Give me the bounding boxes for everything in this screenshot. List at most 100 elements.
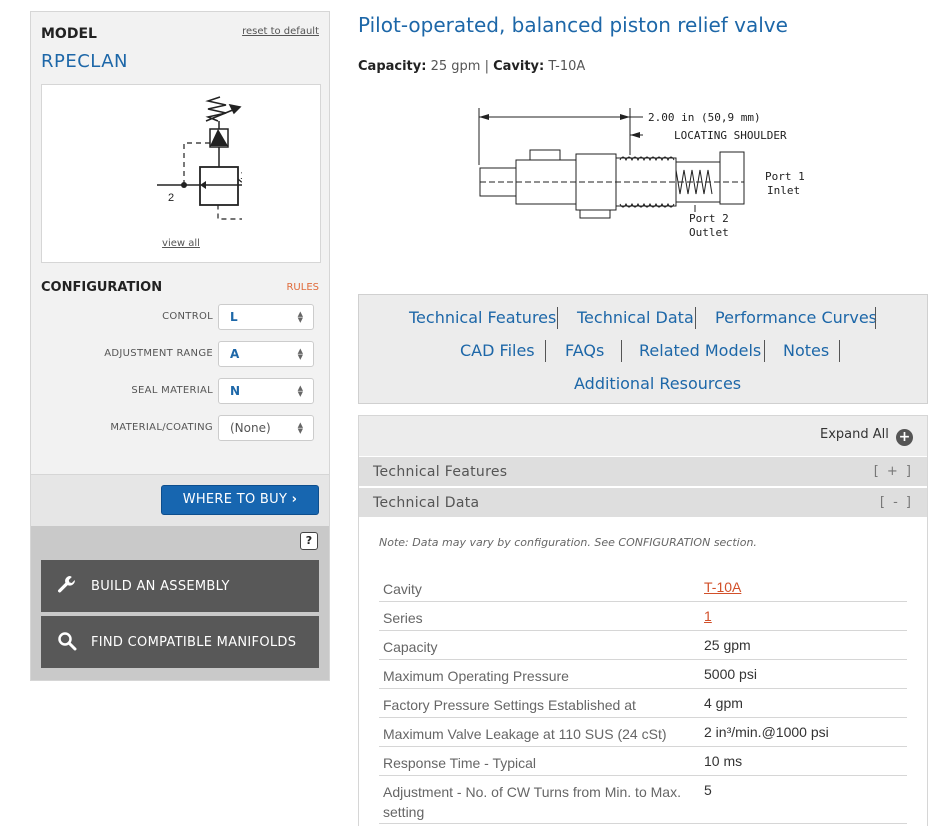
cavity-label: Cavity: <box>493 59 545 74</box>
view-all-link[interactable]: view all <box>42 238 320 249</box>
model-code: RPECLAN <box>41 51 129 72</box>
tab-divider <box>545 340 546 362</box>
table-row: Maximum Operating Pressure 5000 psi <box>379 660 907 689</box>
separator: | <box>484 59 494 74</box>
row-key: Factory Pressure Settings Established at <box>383 697 636 713</box>
row-value: 10 ms <box>704 753 743 769</box>
accordion-state: [ + ] <box>873 464 913 479</box>
select-arrows-icon: ▲ ▼ <box>297 384 303 398</box>
accordion-technical-features[interactable]: Technical Features [ + ] <box>359 456 927 486</box>
tab-divider <box>839 340 840 362</box>
row-key: Maximum Valve Leakage at 110 SUS (24 cSt… <box>383 726 667 742</box>
build-assembly-button[interactable]: BUILD AN ASSEMBLY <box>41 560 319 612</box>
find-manifolds-label: FIND COMPATIBLE MANIFOLDS <box>91 635 297 650</box>
chevron-right-icon: › <box>291 492 298 507</box>
product-title: Pilot-operated, balanced piston relief v… <box>358 13 788 37</box>
row-value: 4 gpm <box>704 695 743 711</box>
config-row-control: CONTROL L ▲ ▼ <box>31 304 331 330</box>
section-nav: Technical Features Technical Data Perfor… <box>358 294 928 404</box>
row-key: Capacity <box>383 639 438 655</box>
port1-label: Port 1 <box>765 170 805 183</box>
tab-related-models[interactable]: Related Models <box>639 341 761 360</box>
table-row: Maximum Valve Leakage at 110 SUS (24 cSt… <box>379 718 907 747</box>
select-value: A <box>230 347 240 361</box>
accordion-technical-data[interactable]: Technical Data [ - ] <box>359 487 927 517</box>
tab-faqs[interactable]: FAQs <box>565 341 604 360</box>
build-assembly-label: BUILD AN ASSEMBLY <box>91 579 230 594</box>
tab-divider <box>621 340 622 362</box>
select-arrows-icon: ▲ ▼ <box>297 347 303 361</box>
schematic-thumbnail[interactable]: 1 2 view all <box>41 84 321 263</box>
details-accordion: Expand All + Technical Features [ + ] Te… <box>358 415 928 826</box>
outlet-label: Outlet <box>689 226 729 239</box>
config-row-seal-material: SEAL MATERIAL N ▲ ▼ <box>31 378 331 404</box>
cavity-link[interactable]: T-10A <box>704 579 741 595</box>
tab-divider <box>764 340 765 362</box>
tab-technical-data[interactable]: Technical Data <box>577 308 694 327</box>
row-value: 25 gpm <box>704 637 751 653</box>
model-heading: MODEL <box>41 26 97 42</box>
inlet-label: Inlet <box>767 184 800 197</box>
tools-area: ? BUILD AN ASSEMBLY FIND COMPATIBLE MANI… <box>31 526 329 680</box>
accordion-state: [ - ] <box>879 495 913 510</box>
search-icon <box>58 632 77 651</box>
config-row-material-coating: MATERIAL/COATING (None) ▲ ▼ <box>31 415 331 441</box>
control-select[interactable]: L ▲ ▼ <box>218 304 314 330</box>
configurator-panel: MODEL reset to default RPECLAN 2 view al… <box>30 11 330 681</box>
config-label: MATERIAL/COATING <box>110 422 213 433</box>
rules-link[interactable]: RULES <box>286 282 319 293</box>
capacity-cavity-line: Capacity: 25 gpm | Cavity: T-10A <box>358 59 585 74</box>
expand-all-button[interactable]: Expand All + <box>820 427 913 446</box>
capacity-value: 25 gpm <box>430 59 481 74</box>
tab-divider <box>557 307 558 329</box>
help-icon[interactable]: ? <box>300 532 318 550</box>
table-row: Factory Pressure Settings Established at… <box>379 689 907 718</box>
accordion-title: Technical Features <box>373 464 508 480</box>
accordion-toolbar: Expand All + <box>359 416 927 456</box>
tab-performance-curves[interactable]: Performance Curves <box>715 308 877 327</box>
material-coating-select[interactable]: (None) ▲ ▼ <box>218 415 314 441</box>
series-link[interactable]: 1 <box>704 608 712 624</box>
capacity-label: Capacity: <box>358 59 427 74</box>
valve-dimension-drawing: 2.00 in (50,9 mm) LOCATING SHOULDER Port… <box>478 108 805 239</box>
config-row-adjustment-range: ADJUSTMENT RANGE A ▲ ▼ <box>31 341 331 367</box>
cavity-value: T-10A <box>548 59 586 74</box>
select-arrows-icon: ▲ ▼ <box>297 421 303 435</box>
expand-all-label: Expand All <box>819 427 889 442</box>
row-value: 2 in³/min.@1000 psi <box>704 724 829 740</box>
where-to-buy-label: WHERE TO BUY <box>182 492 288 507</box>
tab-additional-resources[interactable]: Additional Resources <box>574 374 741 393</box>
valve-symbol-icon: 1 2 <box>157 96 242 220</box>
configuration-heading: CONFIGURATION <box>41 280 163 295</box>
select-value: (None) <box>230 421 271 435</box>
row-key: Response Time - Typical <box>383 755 537 771</box>
plus-circle-icon: + <box>896 429 913 446</box>
technical-data-table: Cavity T-10A Series 1 Capacity 25 gpm Ma… <box>379 573 907 824</box>
adjustment-range-select[interactable]: A ▲ ▼ <box>218 341 314 367</box>
row-value: 5 <box>704 782 712 798</box>
where-to-buy-button[interactable]: WHERE TO BUY › <box>161 485 319 515</box>
select-value: L <box>230 310 238 324</box>
select-arrows-icon: ▲ ▼ <box>297 310 303 324</box>
find-compatible-manifolds-button[interactable]: FIND COMPATIBLE MANIFOLDS <box>41 616 319 668</box>
config-label: SEAL MATERIAL <box>131 385 213 396</box>
data-note: Note: Data may vary by configuration. Se… <box>379 536 757 549</box>
where-to-buy-area: WHERE TO BUY › <box>31 474 329 526</box>
tab-notes[interactable]: Notes <box>783 341 829 360</box>
reset-to-default-link[interactable]: reset to default <box>242 26 319 37</box>
dimension-label: 2.00 in (50,9 mm) <box>648 111 761 124</box>
port-2-label: 2 <box>168 192 174 204</box>
wrench-icon <box>58 576 75 593</box>
table-row: Series 1 <box>379 602 907 631</box>
tab-technical-features[interactable]: Technical Features <box>409 308 556 327</box>
tab-cad-files[interactable]: CAD Files <box>460 341 535 360</box>
table-row: Cavity T-10A <box>379 573 907 602</box>
tab-divider <box>875 307 876 329</box>
select-value: N <box>230 384 241 398</box>
row-key: Maximum Operating Pressure <box>383 668 569 684</box>
config-label: ADJUSTMENT RANGE <box>104 348 213 359</box>
row-value: 5000 psi <box>704 666 757 682</box>
seal-material-select[interactable]: N ▲ ▼ <box>218 378 314 404</box>
table-row: Capacity 25 gpm <box>379 631 907 660</box>
config-label: CONTROL <box>162 311 213 322</box>
